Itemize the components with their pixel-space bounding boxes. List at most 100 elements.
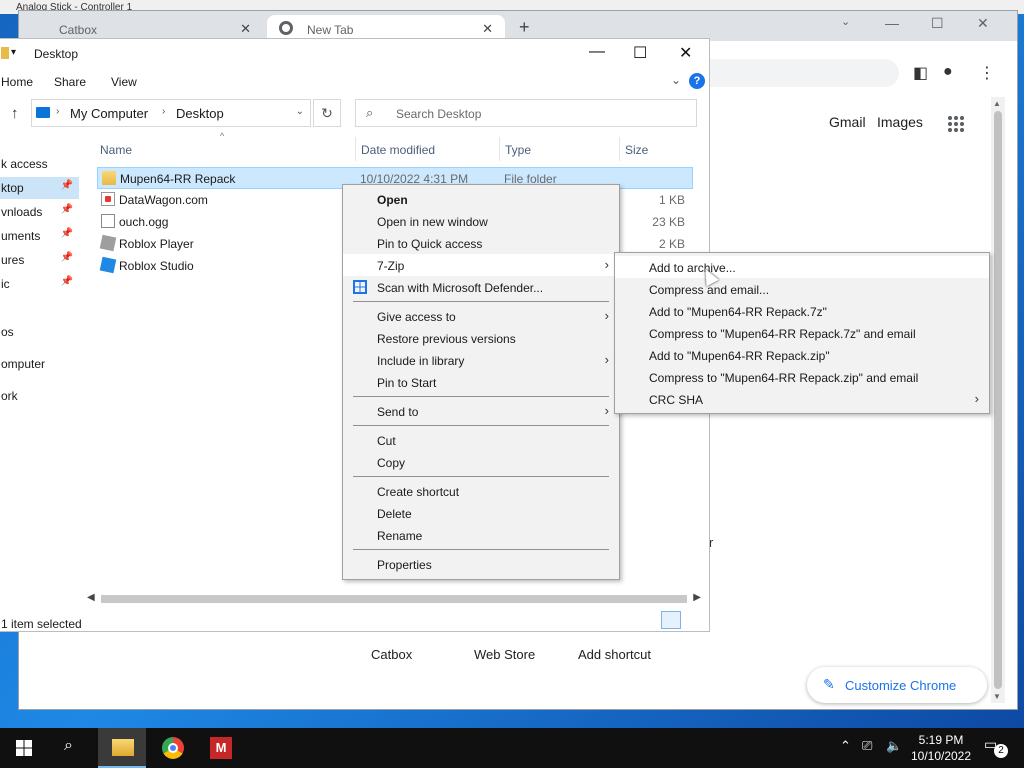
horizontal-scrollbar[interactable]: ◀ ▶ (85, 591, 705, 607)
show-hidden-icons-chevron-icon[interactable]: ⌃ (840, 738, 851, 754)
close-tab-icon[interactable]: ✕ (240, 21, 251, 37)
nav-item-documents[interactable]: uments 📌 (0, 225, 79, 247)
nav-item-quick-access[interactable]: k access (0, 153, 79, 175)
breadcrumb-chevron-icon[interactable]: › (56, 106, 59, 117)
scroll-thumb[interactable] (994, 111, 1002, 689)
taskbar-file-explorer[interactable] (98, 728, 146, 768)
submenu-item-compress-7z-email[interactable]: Compress to "Mupen64-RR Repack.7z" and e… (615, 322, 989, 344)
column-divider[interactable] (499, 137, 500, 161)
close-window-icon[interactable]: ✕ (977, 15, 989, 32)
submenu-item-add-to-archive[interactable]: Add to archive... (615, 256, 989, 278)
google-apps-icon[interactable] (947, 115, 965, 133)
scroll-up-arrow-icon[interactable]: ▲ (993, 99, 1001, 108)
images-link[interactable]: Images (877, 114, 923, 130)
mupen64-icon: M (210, 737, 232, 759)
nav-item-music[interactable]: ic 📌 (0, 273, 79, 295)
maximize-icon[interactable]: ☐ (931, 15, 944, 32)
submenu-item-crc-sha[interactable]: CRC SHA › (615, 388, 989, 410)
system-clock[interactable]: 5:19 PM 10/10/2022 (906, 732, 976, 764)
submenu-item-add-zip[interactable]: Add to "Mupen64-RR Repack.zip" (615, 344, 989, 366)
details-view-button[interactable] (661, 611, 681, 629)
large-icons-view-button[interactable] (685, 611, 705, 629)
close-tab-icon[interactable]: ✕ (482, 21, 493, 37)
column-header-name[interactable]: Name (100, 143, 132, 167)
gmail-link[interactable]: Gmail (829, 114, 866, 130)
shortcut-add[interactable]: Add shortcut (578, 647, 651, 662)
nav-item-network[interactable]: ork (0, 385, 79, 407)
menu-item-restore-versions[interactable]: Restore previous versions (343, 327, 619, 349)
address-dropdown-icon[interactable]: ⌄ (296, 106, 304, 117)
file-icon (101, 214, 115, 228)
ribbon-tab-view[interactable]: View (111, 75, 137, 89)
breadcrumb-desktop[interactable]: Desktop (176, 106, 224, 121)
side-panel-icon[interactable]: ◧ (913, 63, 928, 83)
submenu-item-add-7z[interactable]: Add to "Mupen64-RR Repack.7z" (615, 300, 989, 322)
minimize-icon[interactable]: — (589, 43, 605, 61)
breadcrumb-my-computer[interactable]: My Computer (70, 106, 148, 121)
close-window-icon[interactable]: ✕ (679, 43, 692, 63)
help-icon[interactable]: ? (689, 73, 705, 89)
refresh-button[interactable]: ↻ (313, 99, 341, 127)
menu-item-rename[interactable]: Rename (343, 524, 619, 546)
menu-item-7zip[interactable]: 7-Zip › (343, 254, 619, 276)
chevron-down-icon[interactable]: ⌄ (841, 15, 850, 28)
customize-chrome-button[interactable]: ✎ Customize Chrome (807, 667, 987, 703)
menu-item-pin-start[interactable]: Pin to Start (343, 371, 619, 393)
nav-item-videos[interactable]: os (0, 321, 79, 343)
notifications-button[interactable]: ▭ 2 (984, 736, 1008, 758)
minimize-icon[interactable]: — (885, 15, 899, 31)
chrome-vertical-scrollbar[interactable]: ▲ ▼ (991, 97, 1005, 703)
ribbon-tab-home[interactable]: Home (1, 75, 33, 89)
menu-item-properties[interactable]: Properties (343, 553, 619, 575)
nav-item-pictures[interactable]: ures 📌 (0, 249, 79, 271)
menu-item-open[interactable]: Open (343, 188, 619, 210)
scroll-thumb[interactable] (101, 595, 687, 603)
column-header-size[interactable]: Size (625, 143, 648, 167)
menu-item-include-library[interactable]: Include in library › (343, 349, 619, 371)
shortcut-web-store[interactable]: Web Store (474, 647, 535, 662)
search-box[interactable]: ⌕ Search Desktop (355, 99, 697, 127)
address-bar[interactable]: › My Computer › Desktop ⌄ (31, 99, 311, 127)
scroll-right-arrow-icon[interactable]: ▶ (693, 592, 701, 603)
submenu-item-compress-email[interactable]: Compress and email... (615, 278, 989, 300)
menu-item-pin-quick-access[interactable]: Pin to Quick access (343, 232, 619, 254)
menu-item-send-to[interactable]: Send to › (343, 400, 619, 422)
quick-access-folder-icon (1, 47, 9, 59)
menu-item-open-new-window[interactable]: Open in new window (343, 210, 619, 232)
column-divider[interactable] (355, 137, 356, 161)
menu-item-copy[interactable]: Copy (343, 451, 619, 473)
column-header-type[interactable]: Type (505, 143, 531, 167)
scroll-left-arrow-icon[interactable]: ◀ (87, 592, 95, 603)
column-divider[interactable] (619, 137, 620, 161)
maximize-icon[interactable]: ☐ (633, 43, 647, 63)
network-icon[interactable]: ⎚ (862, 738, 872, 754)
submenu-item-compress-zip-email[interactable]: Compress to "Mupen64-RR Repack.zip" and … (615, 366, 989, 388)
taskbar-chrome[interactable] (148, 728, 196, 768)
menu-item-scan-defender[interactable]: Scan with Microsoft Defender... (343, 276, 619, 298)
profile-avatar-icon[interactable]: ● (943, 63, 953, 81)
taskbar-mupen64[interactable]: M (196, 728, 244, 768)
ribbon-tab-share[interactable]: Share (54, 75, 86, 89)
windows-start-icon[interactable] (16, 740, 32, 756)
breadcrumb-chevron-icon[interactable]: › (162, 106, 165, 117)
explorer-title-bar: ▾ Desktop — ☐ ✕ (0, 39, 709, 71)
expand-ribbon-chevron-icon[interactable]: ⌄ (671, 73, 681, 87)
new-tab-plus-icon[interactable]: + (519, 17, 530, 38)
search-icon[interactable]: ⌕ (64, 737, 73, 755)
menu-separator (353, 425, 609, 426)
nav-item-desktop[interactable]: ktop 📌 (0, 177, 79, 199)
menu-item-create-shortcut[interactable]: Create shortcut (343, 480, 619, 502)
more-menu-icon[interactable]: ⋮ (979, 63, 995, 83)
scroll-down-arrow-icon[interactable]: ▼ (993, 692, 1001, 701)
up-arrow-icon[interactable]: ↑ (11, 105, 19, 122)
volume-icon[interactable]: 🔈 (886, 738, 902, 754)
menu-item-give-access[interactable]: Give access to › (343, 305, 619, 327)
quick-access-dropdown-icon[interactable]: ▾ (11, 47, 16, 58)
nav-item-downloads[interactable]: vnloads 📌 (0, 201, 79, 223)
shortcut-catbox[interactable]: Catbox (371, 647, 412, 662)
column-header-date[interactable]: Date modified (361, 143, 435, 167)
nav-item-my-computer[interactable]: omputer (0, 353, 79, 375)
menu-item-delete[interactable]: Delete (343, 502, 619, 524)
menu-item-cut[interactable]: Cut (343, 429, 619, 451)
pin-icon: 📌 (60, 204, 73, 215)
